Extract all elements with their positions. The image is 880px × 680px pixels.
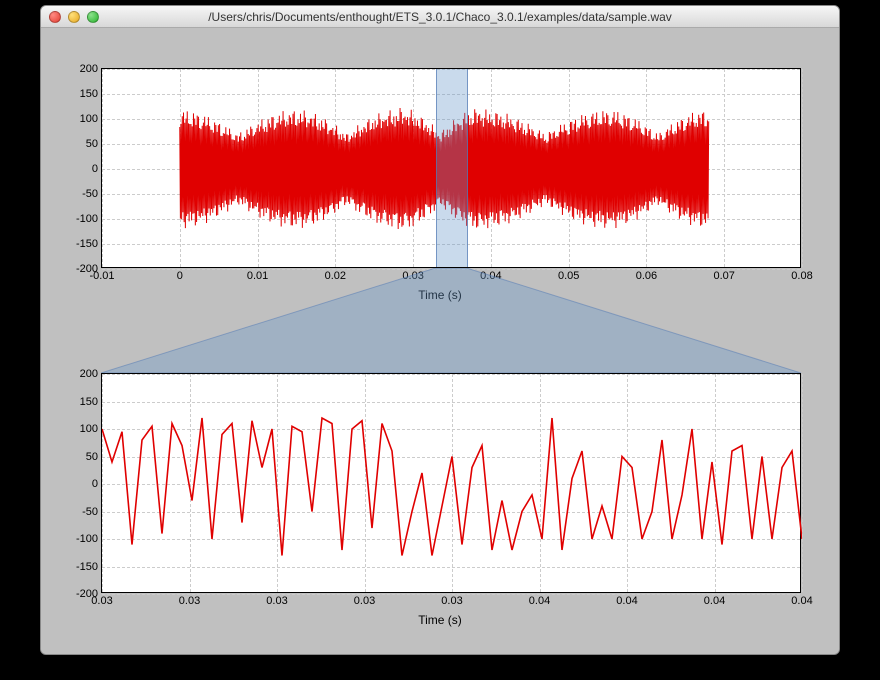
x-tick-label: 0.03: [266, 592, 287, 607]
traffic-lights: [41, 11, 99, 23]
window-title: /Users/chris/Documents/enthought/ETS_3.0…: [41, 10, 839, 24]
y-tick-label: 0: [62, 478, 102, 490]
y-tick-label: 50: [62, 451, 102, 463]
y-tick-label: -50: [62, 506, 102, 518]
y-tick-label: -150: [62, 238, 102, 250]
zoom-plot[interactable]: -200-150-100-500501001502000.030.030.030…: [101, 373, 801, 593]
x-tick-label: 0.03: [179, 592, 200, 607]
overview-plot[interactable]: -200-150-100-50050100150200-0.0100.010.0…: [101, 68, 801, 268]
x-tick-label: 0.04: [616, 592, 637, 607]
y-tick-label: -100: [62, 533, 102, 545]
y-tick-label: 50: [62, 138, 102, 150]
zoom-xaxis-label: Time (s): [41, 613, 839, 627]
y-tick-label: -100: [62, 213, 102, 225]
y-tick-label: -150: [62, 561, 102, 573]
zoom-plot-area[interactable]: -200-150-100-500501001502000.030.030.030…: [102, 374, 800, 592]
x-tick-label: 0.03: [354, 592, 375, 607]
y-tick-label: 100: [62, 423, 102, 435]
y-tick-label: 200: [62, 368, 102, 380]
app-window: /Users/chris/Documents/enthought/ETS_3.0…: [40, 5, 840, 655]
content-area: -200-150-100-50050100150200-0.0100.010.0…: [41, 28, 839, 654]
overview-plot-area[interactable]: -200-150-100-50050100150200-0.0100.010.0…: [102, 69, 800, 267]
x-tick-label: 0.04: [704, 592, 725, 607]
y-tick-label: 150: [62, 88, 102, 100]
y-tick-label: -50: [62, 188, 102, 200]
close-icon[interactable]: [49, 11, 61, 23]
x-tick-label: 0.03: [91, 592, 112, 607]
titlebar[interactable]: /Users/chris/Documents/enthought/ETS_3.0…: [41, 6, 839, 28]
x-tick-label: 0.04: [529, 592, 550, 607]
y-tick-label: 0: [62, 163, 102, 175]
y-tick-label: 100: [62, 113, 102, 125]
x-tick-label: 0.04: [791, 592, 812, 607]
x-tick-label: 0.03: [441, 592, 462, 607]
zoom-connector: [101, 268, 801, 373]
zoom-icon[interactable]: [87, 11, 99, 23]
zoom-range-overlay[interactable]: [436, 69, 467, 267]
y-tick-label: 150: [62, 396, 102, 408]
zoom-waveform: [102, 374, 802, 594]
y-tick-label: 200: [62, 63, 102, 75]
minimize-icon[interactable]: [68, 11, 80, 23]
